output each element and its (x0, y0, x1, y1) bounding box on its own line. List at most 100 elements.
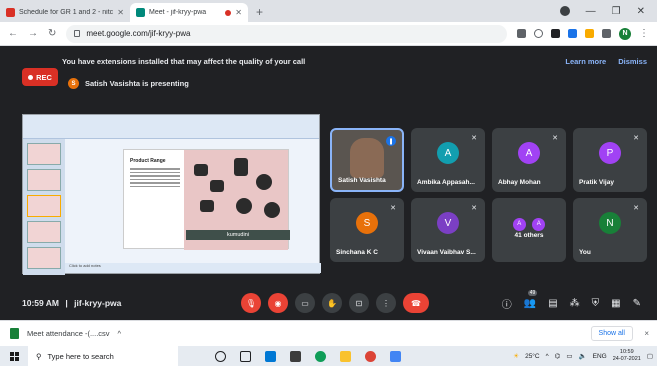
profile-avatar[interactable]: N (619, 27, 631, 40)
url-text: meet.google.com/jif-kryy-pwa (86, 29, 191, 38)
present-button[interactable]: ⊡ (349, 293, 369, 313)
grid-view-icon[interactable]: ▦ (611, 298, 620, 309)
search-placeholder: Type here to search (47, 351, 114, 361)
clock: 10:59 AM (22, 298, 60, 308)
show-all-button[interactable]: Show all (590, 326, 633, 341)
account-icon[interactable] (559, 6, 570, 16)
chrome-icon[interactable] (365, 350, 376, 362)
participant-avatar: A (518, 142, 540, 164)
download-chevron-icon[interactable]: ^ (118, 329, 122, 338)
weather-temp[interactable]: 25°C (525, 353, 540, 360)
download-filename[interactable]: Meet attendance -(....csv (27, 329, 110, 338)
extension-icon[interactable] (585, 29, 594, 38)
tray-expand-icon[interactable]: ^ (546, 353, 549, 360)
extension-icon[interactable] (568, 29, 577, 38)
jewelry-image (256, 174, 272, 190)
camera-toggle-button[interactable]: ◉ (268, 293, 288, 313)
slide-title: Product Range (130, 158, 166, 164)
language-indicator[interactable]: ENG (593, 353, 607, 360)
whiteboard-icon[interactable]: ✎ (633, 298, 641, 309)
cortana-icon[interactable] (215, 350, 226, 362)
volume-icon[interactable]: 🔈 (579, 352, 587, 360)
extension-warning-banner: You have extensions installed that may a… (62, 50, 647, 72)
task-view-icon[interactable] (240, 350, 251, 362)
bookmark-star-icon[interactable] (534, 29, 543, 38)
chat-icon[interactable]: ▤ (548, 298, 557, 309)
camera-icon[interactable] (517, 29, 526, 38)
new-tab-button[interactable]: + (248, 5, 271, 22)
lock-icon[interactable] (74, 30, 81, 37)
taskbar-search[interactable]: ⚲ Type here to search (28, 346, 178, 366)
forward-icon[interactable]: → (28, 28, 38, 39)
record-dot-icon (28, 74, 34, 80)
participant-tile[interactable]: ✕ V Vivaan Vaibhav S... (411, 198, 485, 262)
participant-tile[interactable]: ❚ Satish Vasishta (330, 128, 404, 192)
meeting-code: jif-kryy-pwa (74, 298, 122, 308)
back-icon[interactable]: ← (8, 28, 18, 39)
slide-thumbnail (27, 195, 61, 217)
close-tab-icon[interactable]: ✕ (117, 8, 124, 17)
captions-button[interactable]: ▭ (295, 293, 315, 313)
file-explorer-icon[interactable] (340, 350, 351, 362)
search-icon: ⚲ (36, 351, 42, 361)
shared-screen[interactable]: Product Range kumudini Click to add note… (22, 114, 321, 275)
weather-icon[interactable]: ☀ (513, 352, 519, 360)
app-icon[interactable] (390, 350, 401, 362)
mic-off-icon: ✕ (471, 135, 477, 142)
battery-icon[interactable]: ▭ (566, 352, 572, 360)
reload-icon[interactable]: ↻ (48, 28, 56, 39)
slide-thumbnail (27, 143, 61, 165)
extension-icon[interactable] (551, 29, 560, 38)
host-controls-icon[interactable]: ⛨ (592, 298, 600, 309)
meeting-details-icon[interactable]: ⓘ (502, 296, 512, 311)
participant-avatar: A (512, 218, 526, 231)
more-options-button[interactable]: ⋮ (376, 293, 396, 313)
edge-icon[interactable] (315, 350, 326, 362)
participant-tile[interactable]: ✕ A Ambika Appasah... (411, 128, 485, 192)
tab-gmail[interactable]: Schedule for GR 1 and 2 - nitc@... ✕ (0, 3, 130, 22)
current-slide: Product Range kumudini (123, 149, 290, 250)
leave-call-button[interactable]: ☎ (403, 293, 429, 313)
presenting-text: Satish Vasishta is presenting (85, 79, 189, 88)
jewelry-image (264, 202, 280, 218)
raise-hand-button[interactable]: ✋ (322, 293, 342, 313)
network-icon[interactable]: ⌬ (555, 352, 561, 360)
participant-avatar: P (599, 142, 621, 164)
participant-name: You (579, 249, 591, 256)
close-tab-icon[interactable]: ✕ (235, 8, 242, 17)
close-download-bar-icon[interactable]: × (644, 329, 649, 338)
dismiss-button[interactable]: Dismiss (618, 57, 647, 66)
slide-thumbnail (27, 169, 61, 191)
notifications-icon[interactable]: ▢ (647, 352, 653, 360)
participant-tile[interactable]: ✕ P Pratik Vijay (573, 128, 647, 192)
minimize-icon[interactable]: — (586, 6, 596, 17)
activities-icon[interactable]: ⁂ (570, 298, 580, 309)
mic-toggle-button[interactable]: 🎙 (241, 293, 261, 313)
store-icon[interactable] (290, 350, 301, 362)
recording-indicator-icon (225, 9, 232, 16)
participant-tile[interactable]: ✕ A Abhay Mohan (492, 128, 566, 192)
mail-icon[interactable] (265, 350, 276, 362)
tab-meet[interactable]: Meet - jif-kryy-pwa ✕ (130, 3, 248, 22)
learn-more-link[interactable]: Learn more (565, 57, 606, 66)
mic-off-icon: ✕ (471, 205, 477, 212)
people-button[interactable]: 👥 49 (524, 289, 538, 309)
participant-name: Sinchana K C (336, 249, 378, 256)
start-button[interactable] (0, 351, 28, 361)
mic-off-icon: ✕ (552, 135, 558, 142)
call-controls: 🎙 ◉ ▭ ✋ ⊡ ⋮ ☎ (241, 293, 429, 313)
extensions: N ⋮ (517, 27, 649, 40)
menu-icon[interactable]: ⋮ (639, 28, 649, 39)
clock[interactable]: 10:59 24-07-2021 (613, 349, 641, 363)
participant-tile[interactable]: ✕ S Sinchana K C (330, 198, 404, 262)
mic-off-icon: ✕ (390, 205, 396, 212)
participant-name: Pratik Vijay (579, 179, 614, 186)
maximize-icon[interactable]: ❐ (612, 6, 621, 17)
self-tile[interactable]: ✕ N You (573, 198, 647, 262)
date: 24-07-2021 (612, 356, 641, 362)
puzzle-icon[interactable] (602, 29, 611, 38)
address-bar[interactable]: meet.google.com/jif-kryy-pwa (66, 24, 507, 43)
close-window-icon[interactable]: ✕ (637, 6, 645, 17)
speaking-indicator-icon: ❚ (386, 136, 396, 146)
others-tile[interactable]: A A 41 others (492, 198, 566, 262)
